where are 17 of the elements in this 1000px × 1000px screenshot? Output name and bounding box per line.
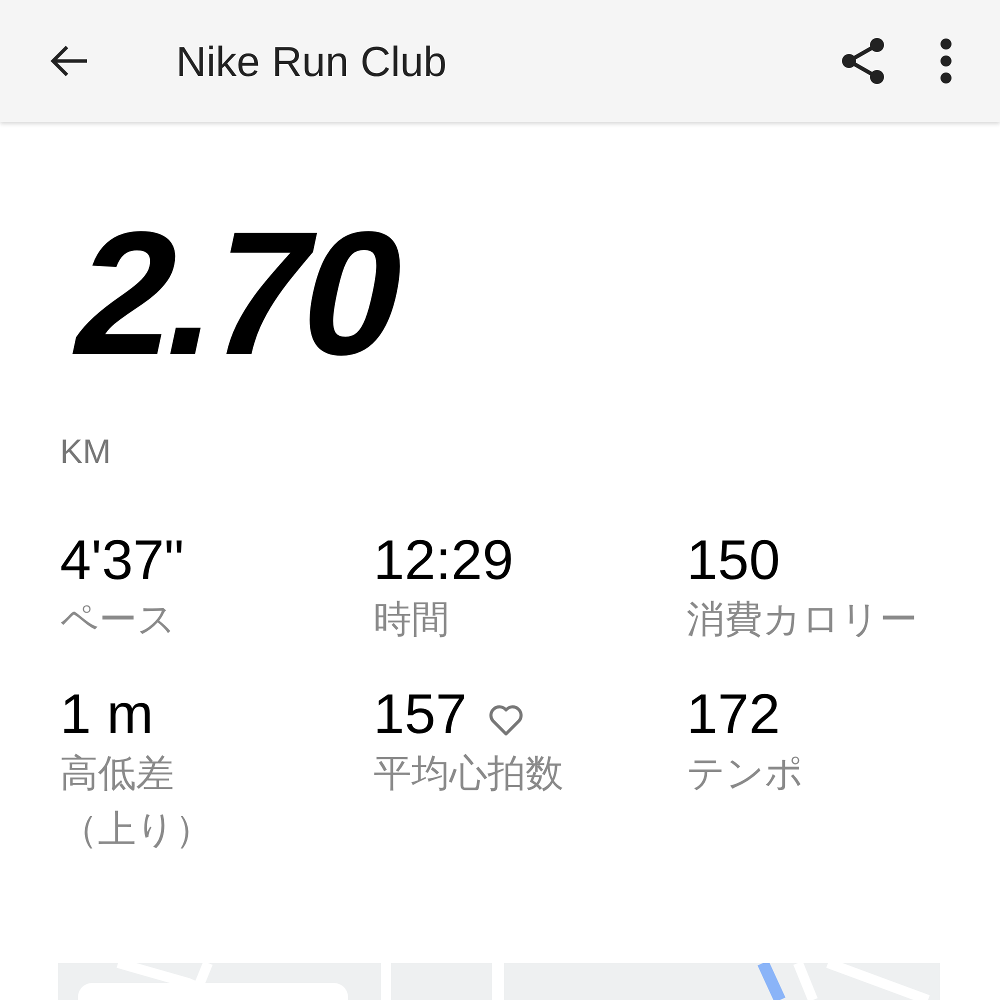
app-title: Nike Run Club: [176, 36, 447, 86]
stat-label: ペース: [60, 598, 177, 643]
stat-label: 平均心拍数: [373, 752, 564, 797]
stat-label: 消費カロリー: [686, 598, 919, 643]
stat-label: 時間: [373, 598, 450, 643]
more-options-icon[interactable]: [938, 36, 954, 86]
heart-icon: [486, 703, 525, 737]
stat-label: テンポ: [686, 752, 805, 797]
stat-value: 4'37": [60, 528, 184, 592]
stat-value: 150: [686, 528, 780, 592]
stat-value: 1 m: [60, 682, 154, 746]
distance-value: 2.70: [60, 204, 417, 384]
stat-value: 12:29: [373, 528, 514, 592]
stat-label: 高低差（上り）: [60, 752, 214, 853]
distance-unit: KM: [60, 432, 112, 472]
stat-value: 172: [686, 682, 780, 746]
stat-value: 157: [373, 682, 467, 746]
